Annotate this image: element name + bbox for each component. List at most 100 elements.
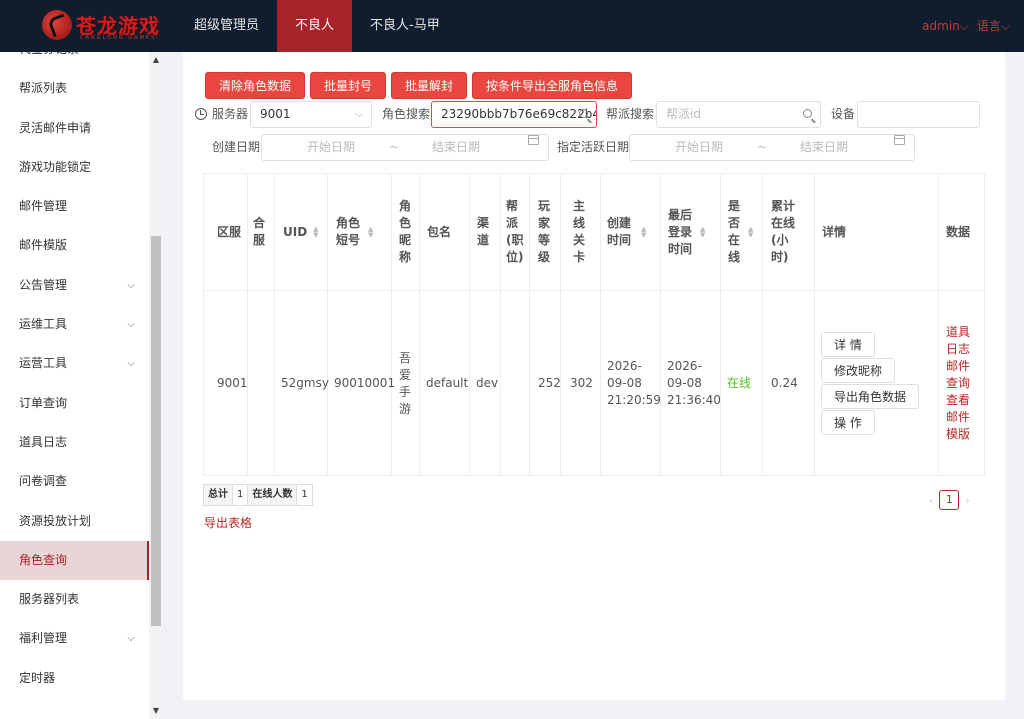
server-select-value: 9001 bbox=[260, 107, 291, 121]
export-role-data-button[interactable]: 导出角色数据 bbox=[821, 384, 920, 409]
next-page-icon[interactable]: › bbox=[965, 494, 969, 507]
sidebar-item[interactable]: 邮件管理 bbox=[0, 187, 149, 226]
scroll-down-arrow-icon[interactable]: ▼ bbox=[149, 705, 163, 717]
sort-icon[interactable]: ▲ ▼ bbox=[313, 226, 318, 239]
role-search-input[interactable]: 23290bbb7b76e69c822b4 bbox=[431, 101, 597, 128]
batch-unban-button[interactable]: 批量解封 bbox=[391, 72, 468, 99]
search-icon[interactable] bbox=[803, 109, 812, 118]
role-search-label: 角色搜索 bbox=[382, 107, 431, 121]
sidebar-item[interactable]: 福利管理 ⌵ bbox=[0, 619, 149, 658]
sidebar-item[interactable]: 问卷调查 bbox=[0, 462, 149, 501]
cell-created: 2026-09-08 21:20:59 bbox=[601, 291, 661, 476]
sidebar-item[interactable]: 运营工具 ⌵ bbox=[0, 344, 149, 383]
total-value: 1 bbox=[233, 485, 249, 505]
action-buttons: 清除角色数据 批量封号 批量解封 按条件导出全服角色信息 bbox=[205, 72, 633, 99]
sidebar-item[interactable]: 资源投放计划 bbox=[0, 502, 149, 541]
chevron-down-icon: ⌵ bbox=[959, 19, 969, 33]
clear-role-data-button[interactable]: 清除角色数据 bbox=[205, 72, 306, 99]
sort-icon[interactable]: ▲ ▼ bbox=[748, 226, 753, 239]
col-header-created-label: 创建时间 bbox=[607, 216, 632, 247]
col-header-last-login[interactable]: 最后登录时间 ▲ ▼ bbox=[661, 174, 721, 291]
col-header-guild-position-label: 帮派(职位) bbox=[506, 199, 524, 264]
filter-row-1: 服务器 9001 ⌵ 角色搜索 23290bbb7b76e69c822b4 帮派… bbox=[195, 101, 995, 128]
prev-page-icon[interactable]: ‹ bbox=[929, 494, 933, 507]
cell-level: 252 bbox=[530, 291, 561, 476]
sort-icon[interactable]: ▲ ▼ bbox=[368, 226, 373, 239]
sidebar-item[interactable]: 帮派列表 bbox=[0, 69, 149, 108]
col-header-zone: 区服 bbox=[204, 174, 248, 291]
data-links-text[interactable]: 道具日志邮件查询查看邮件模版 bbox=[946, 324, 970, 443]
pagination: ‹ 1 › bbox=[929, 489, 970, 511]
server-select[interactable]: 9001 ⌵ bbox=[250, 101, 372, 128]
sort-icon[interactable]: ▲ ▼ bbox=[641, 226, 646, 239]
chevron-down-icon: ⌵ bbox=[127, 358, 135, 370]
page-number-current[interactable]: 1 bbox=[939, 490, 960, 510]
sidebar-item-label: 邮件管理 bbox=[19, 199, 68, 214]
col-header-role-short-label: 角色短号 bbox=[336, 216, 361, 247]
detail-button[interactable]: 详 情 bbox=[821, 332, 875, 357]
create-date-range-picker[interactable]: 开始日期 ~ 结束日期 bbox=[261, 134, 549, 161]
sidebar-item-label: 角色查询 bbox=[19, 552, 68, 567]
sort-icon[interactable]: ▲ ▼ bbox=[700, 226, 705, 239]
device-label: 设备 bbox=[831, 107, 856, 121]
calendar-icon bbox=[894, 135, 905, 145]
col-header-online[interactable]: 是否在线 ▲ ▼ bbox=[721, 174, 763, 291]
sidebar-item[interactable]: 邮件模版 bbox=[0, 226, 149, 265]
col-header-zone-label: 区服 bbox=[217, 224, 242, 239]
export-all-roles-button[interactable]: 按条件导出全服角色信息 bbox=[472, 72, 633, 99]
search-icon[interactable] bbox=[579, 109, 588, 118]
chevron-down-icon: ⌵ bbox=[1000, 19, 1010, 33]
active-start-placeholder: 开始日期 bbox=[675, 140, 724, 154]
sidebar-item[interactable]: 道具日志 bbox=[0, 423, 149, 462]
guild-search-placeholder: 帮派id bbox=[666, 107, 701, 121]
col-header-uid[interactable]: UID ▲ ▼ bbox=[275, 174, 328, 291]
export-table-link[interactable]: 导出表格 bbox=[204, 514, 252, 531]
batch-ban-button[interactable]: 批量封号 bbox=[310, 72, 387, 99]
sidebar-item[interactable]: 服务器列表 bbox=[0, 580, 149, 619]
range-separator: ~ bbox=[757, 140, 768, 154]
topnav-buliangren-majia[interactable]: 不良人-马甲 bbox=[352, 0, 458, 52]
sidebar-item[interactable]: 灵活邮件申请 bbox=[0, 109, 149, 148]
col-header-role-short[interactable]: 角色短号 ▲ ▼ bbox=[328, 174, 392, 291]
device-input[interactable] bbox=[857, 101, 980, 128]
language-label: 语言 bbox=[976, 19, 1001, 33]
online-count-value: 1 bbox=[301, 489, 308, 500]
sidebar-item-label: 订单查询 bbox=[19, 395, 68, 410]
col-header-created[interactable]: 创建时间 ▲ ▼ bbox=[601, 174, 661, 291]
topnav-super-admin[interactable]: 超级管理员 bbox=[176, 0, 277, 52]
sidebar-item[interactable]: 游戏功能锁定 bbox=[0, 148, 149, 187]
sidebar-item[interactable]: 运维工具 ⌵ bbox=[0, 305, 149, 344]
col-header-level: 玩家等级 bbox=[530, 174, 561, 291]
scroll-thumb[interactable] bbox=[151, 236, 161, 626]
total-label: 总计 bbox=[204, 485, 233, 505]
language-menu[interactable]: 语言⌵ bbox=[977, 0, 1010, 52]
sidebar-item-label: 运维工具 bbox=[19, 317, 68, 332]
chevron-down-icon: ⌵ bbox=[127, 319, 135, 331]
col-header-nickname-label: 角色昵称 bbox=[399, 199, 412, 264]
scroll-up-arrow-icon[interactable]: ▲ bbox=[149, 54, 163, 66]
cell-data-links[interactable]: 道具日志邮件查询查看邮件模版 bbox=[939, 291, 985, 476]
cell-total-online: 0.24 bbox=[763, 291, 815, 476]
user-menu[interactable]: admin⌵ bbox=[922, 0, 969, 52]
sidebar-item[interactable]: 订单查询 bbox=[0, 384, 149, 423]
sidebar-item[interactable]: 定时器 bbox=[0, 659, 149, 698]
sidebar-item[interactable]: 代金券记录 bbox=[0, 52, 149, 69]
operate-button[interactable]: 操 作 bbox=[821, 410, 875, 435]
col-header-data: 数据 bbox=[939, 174, 985, 291]
sidebar-item[interactable]: 角色查询 bbox=[0, 540, 149, 581]
brand-logo[interactable]: 苍龙游戏 CANGLONG GAMES bbox=[38, 8, 163, 44]
rename-button[interactable]: 修改昵称 bbox=[821, 358, 896, 383]
cell-last-login-text: 2026-09-08 21:36:40 bbox=[667, 359, 721, 407]
col-header-data-label: 数据 bbox=[946, 224, 971, 239]
col-header-channel: 渠道 bbox=[470, 174, 501, 291]
col-header-total-online-label: 累计在线(小时) bbox=[771, 199, 796, 264]
active-date-range-picker[interactable]: 开始日期 ~ 结束日期 bbox=[629, 134, 915, 161]
cell-merged bbox=[248, 291, 275, 476]
guild-search-input[interactable]: 帮派id bbox=[656, 101, 821, 128]
sidebar-scrollbar[interactable]: ▲ ▼ bbox=[149, 52, 163, 719]
topnav-buliangren[interactable]: 不良人 bbox=[277, 0, 353, 52]
sidebar-menu: 代金券记录帮派列表灵活邮件申请游戏功能锁定邮件管理邮件模版公告管理⌵运维工具⌵运… bbox=[0, 52, 149, 698]
sidebar-item[interactable]: 公告管理 ⌵ bbox=[0, 266, 149, 305]
server-label: 服务器 bbox=[212, 107, 249, 121]
role-search-value: 23290bbb7b76e69c822b4 bbox=[441, 107, 597, 121]
